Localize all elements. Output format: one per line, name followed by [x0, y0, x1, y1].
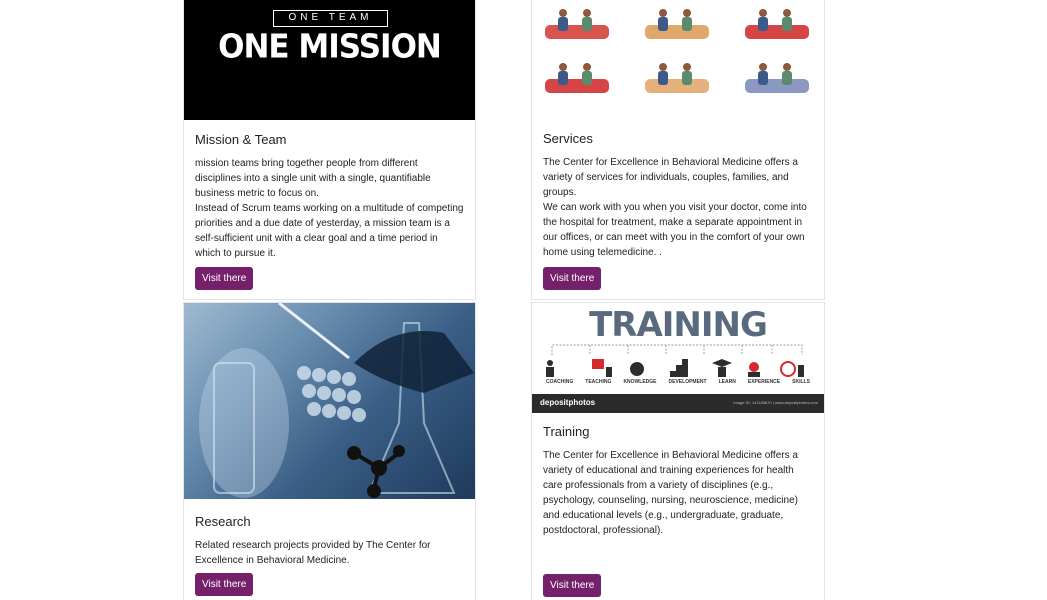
training-label: DEVELOPMENT — [668, 379, 707, 385]
figure-head — [683, 63, 691, 71]
card-paragraph: The Center for Excellence in Behavioral … — [543, 450, 798, 536]
figure-head — [559, 9, 567, 17]
couch-shape — [745, 79, 809, 93]
figure-body — [558, 71, 568, 85]
card-training: TRAINING COACHING TEACHING KNOWLEDGE DEV… — [531, 302, 825, 600]
figure-head — [759, 9, 767, 17]
figure-body — [558, 17, 568, 31]
one-team-label: ONE TEAM — [273, 10, 388, 27]
visit-there-button[interactable]: Visit there — [543, 267, 602, 290]
figure-head — [659, 63, 667, 71]
figure-head — [783, 63, 791, 71]
figure-head — [759, 63, 767, 71]
counseling-illustration — [545, 9, 809, 93]
figure-body — [758, 17, 768, 31]
card-mission-team: ONE TEAM ONE MISSION Mission & Team miss… — [183, 0, 476, 300]
training-image: TRAINING COACHING TEACHING KNOWLEDGE DEV… — [532, 303, 824, 413]
training-label: COACHING — [546, 379, 574, 385]
couch-shape — [645, 79, 709, 93]
card-paragraph: The Center for Excellence in Behavioral … — [543, 157, 798, 198]
card-paragraph: mission teams bring together people from… — [195, 158, 431, 199]
card-paragraph: Related research projects provided by Th… — [195, 540, 431, 566]
card-research: Research Related research projects provi… — [183, 302, 476, 600]
watermark-bar: depositphotos Image ID: 141185870 | www.… — [532, 394, 824, 413]
figure-body — [758, 71, 768, 85]
figure-body — [658, 17, 668, 31]
figure-body — [782, 71, 792, 85]
visit-there-button[interactable]: Visit there — [195, 573, 254, 596]
card-title: Services — [543, 131, 593, 146]
figure-head — [559, 63, 567, 71]
mission-image: ONE TEAM ONE MISSION — [184, 0, 475, 120]
figure-body — [582, 71, 592, 85]
card-title: Research — [195, 514, 251, 529]
training-labels: COACHING TEACHING KNOWLEDGE DEVELOPMENT … — [532, 379, 824, 385]
figure-head — [783, 9, 791, 17]
figure-head — [583, 9, 591, 17]
figure-head — [659, 9, 667, 17]
figure-head — [583, 63, 591, 71]
training-label: TEACHING — [585, 379, 612, 385]
services-image — [532, 0, 824, 118]
figure-body — [782, 17, 792, 31]
training-label: SKILLS — [792, 379, 810, 385]
visit-there-button[interactable]: Visit there — [543, 574, 602, 597]
figure-body — [658, 71, 668, 85]
couch-shape — [645, 25, 709, 39]
training-icons — [546, 344, 804, 377]
visit-there-button[interactable]: Visit there — [195, 267, 254, 290]
card-paragraph: Instead of Scrum teams working on a mult… — [195, 203, 464, 259]
one-mission-label: ONE MISSION — [218, 28, 442, 66]
card-text: The Center for Excellence in Behavioral … — [543, 155, 813, 260]
training-label: EXPERIENCE — [747, 379, 781, 385]
lab-glassware-photo — [199, 303, 474, 498]
watermark-logo: depositphotos — [540, 398, 596, 407]
card-paragraph: We can work with you when you visit your… — [543, 202, 807, 258]
card-text: The Center for Excellence in Behavioral … — [543, 448, 813, 538]
card-text: mission teams bring together people from… — [195, 156, 464, 261]
watermark-id: Image ID: 141185870 | www.depositphotos.… — [733, 400, 818, 405]
card-text: Related research projects provided by Th… — [195, 538, 464, 568]
card-services: Services The Center for Excellence in Be… — [531, 0, 825, 300]
figure-head — [683, 9, 691, 17]
research-image — [184, 303, 475, 499]
card-title: Training — [543, 424, 590, 439]
figure-body — [582, 17, 592, 31]
couch-shape — [545, 25, 609, 39]
figure-body — [682, 71, 692, 85]
couch-shape — [545, 79, 609, 93]
figure-body — [682, 17, 692, 31]
training-heading: TRAINING — [589, 305, 768, 345]
training-label: LEARN — [718, 379, 736, 385]
training-label: KNOWLEDGE — [623, 379, 657, 385]
couch-shape — [745, 25, 809, 39]
card-title: Mission & Team — [195, 132, 287, 147]
